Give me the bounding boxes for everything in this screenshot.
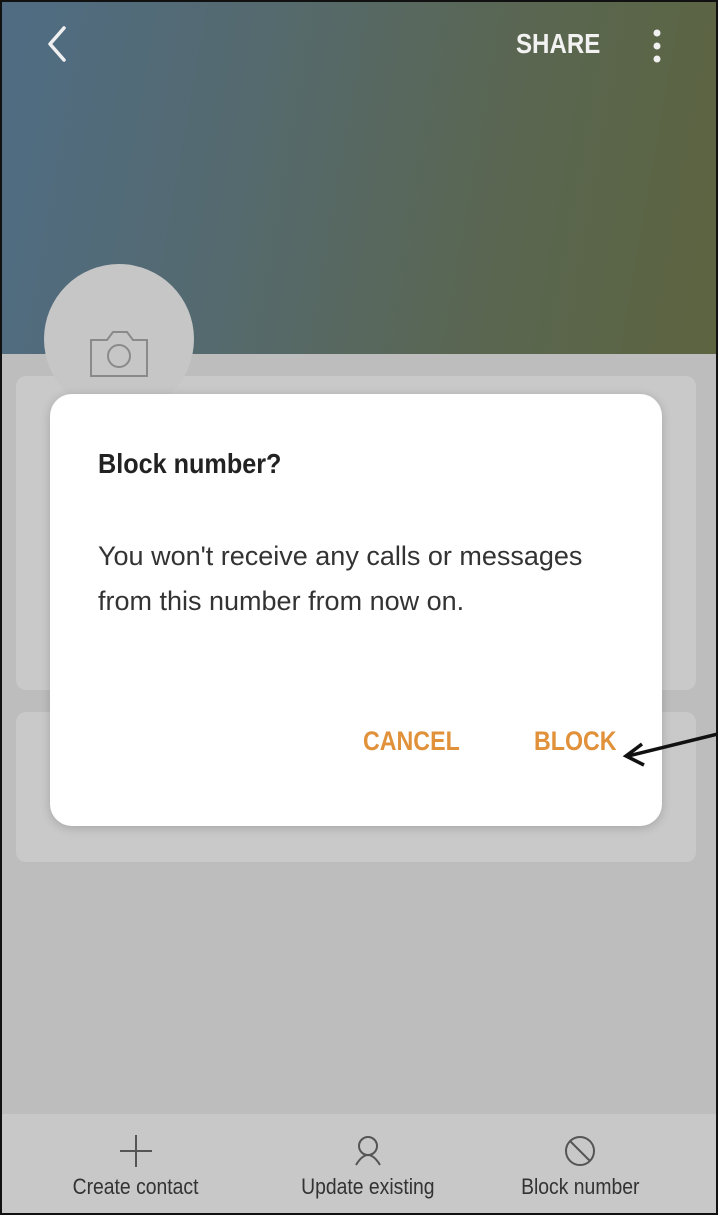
annotation-arrow	[622, 732, 716, 767]
block-icon	[565, 1136, 595, 1166]
person-icon	[355, 1136, 381, 1166]
more-options-button[interactable]	[642, 24, 672, 68]
dialog-title: Block number?	[98, 448, 282, 479]
dialog-message: You won't receive any calls or messages …	[98, 541, 583, 616]
chevron-left-icon	[48, 26, 66, 62]
plus-icon	[120, 1135, 152, 1167]
create-contact-button[interactable]: Create contact	[26, 1114, 246, 1213]
back-button[interactable]	[36, 20, 76, 68]
block-number-label: Block number	[520, 1174, 640, 1199]
update-existing-button[interactable]: Update existing	[258, 1114, 478, 1213]
cancel-button[interactable]: CANCEL	[363, 726, 460, 757]
phone-screen: SHARE Block number? You won't receive an…	[0, 0, 718, 1215]
block-button[interactable]: BLOCK	[534, 726, 617, 757]
more-vertical-icon	[653, 29, 661, 63]
block-number-button[interactable]: Block number	[470, 1114, 690, 1213]
avatar[interactable]	[44, 264, 194, 414]
camera-icon	[90, 331, 148, 377]
share-button[interactable]: SHARE	[516, 28, 600, 60]
update-existing-label: Update existing	[301, 1174, 435, 1199]
bottom-action-bar: Create contact Update existing Block num…	[2, 1114, 716, 1213]
create-contact-label: Create contact	[73, 1174, 199, 1199]
block-number-dialog: Block number? You won't receive any call…	[50, 394, 662, 826]
